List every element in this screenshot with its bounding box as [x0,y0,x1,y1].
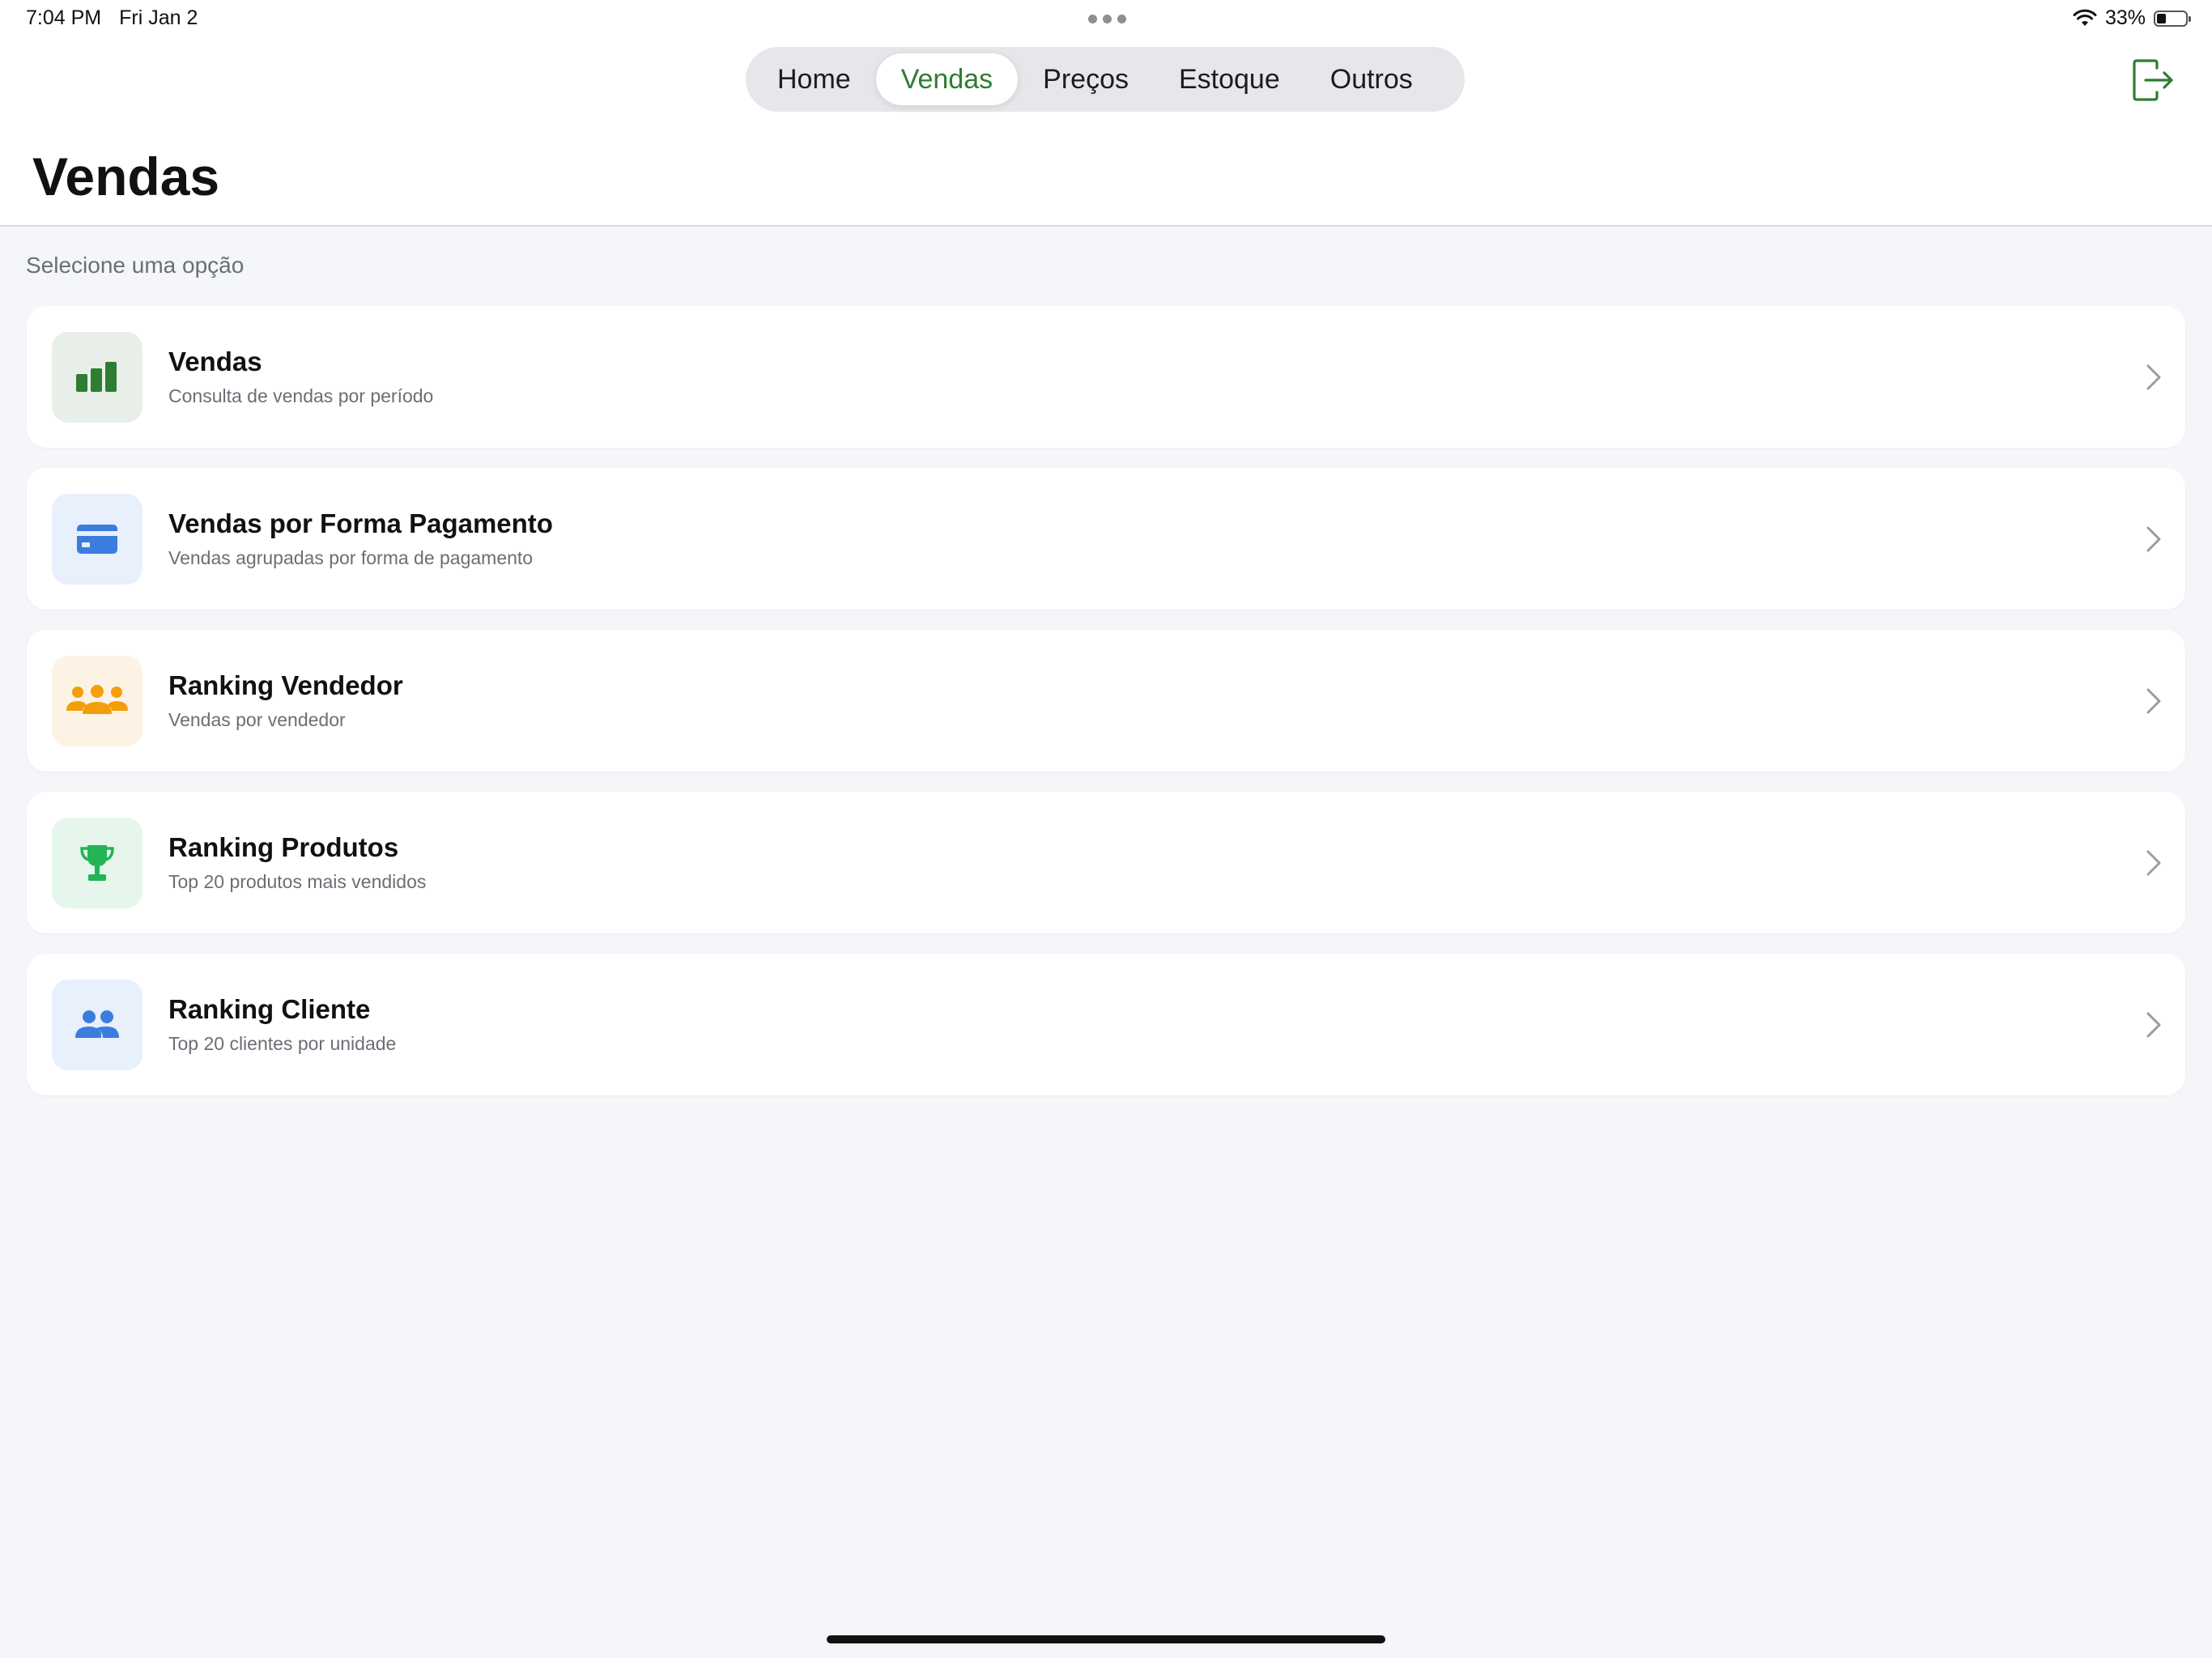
people-icon [52,980,143,1070]
option-subtitle: Top 20 produtos mais vendidos [168,871,427,892]
top-bar: 7:04 PM Fri Jan 2 33% Home Vendas Preços … [0,0,2212,227]
status-time: 7:04 PM Fri Jan 2 [26,6,215,30]
home-indicator [827,1635,1385,1643]
credit-card-icon [52,494,143,585]
option-subtitle: Top 20 clientes por unidade [168,1033,397,1054]
page-title: Vendas [32,147,220,206]
options-list: Vendas Consulta de vendas por período Ve… [27,306,2185,1116]
chevron-right-icon [2146,1012,2161,1038]
tab-bar: Home Vendas Preços Estoque Outros [746,47,1465,112]
option-ranking-vendedor[interactable]: Ranking Vendedor Vendas por vendedor [27,630,2185,772]
tab-precos[interactable]: Preços [1018,53,1154,105]
status-date-text: Fri Jan 2 [119,6,198,29]
chevron-right-icon [2146,364,2161,390]
option-title: Vendas [168,346,262,376]
option-ranking-produtos[interactable]: Ranking Produtos Top 20 produtos mais ve… [27,792,2185,933]
option-vendas-forma-pagamento[interactable]: Vendas por Forma Pagamento Vendas agrupa… [27,468,2185,610]
trophy-icon [52,818,143,908]
option-ranking-cliente[interactable]: Ranking Cliente Top 20 clientes por unid… [27,954,2185,1095]
option-title: Ranking Produtos [168,832,399,862]
chevron-right-icon [2146,688,2161,714]
option-subtitle: Consulta de vendas por período [168,385,434,406]
group-icon [52,656,143,746]
tab-outros[interactable]: Outros [1305,53,1438,105]
bar-chart-icon [52,332,143,423]
chevron-right-icon [2146,526,2161,552]
option-title: Ranking Vendedor [168,670,403,700]
option-title: Vendas por Forma Pagamento [168,508,553,538]
option-vendas[interactable]: Vendas Consulta de vendas por período [27,306,2185,448]
option-subtitle: Vendas agrupadas por forma de pagamento [168,547,534,568]
option-subtitle: Vendas por vendedor [168,709,346,730]
tab-vendas[interactable]: Vendas [875,53,1019,105]
multitask-dots-icon[interactable] [1088,15,1126,23]
logout-icon[interactable] [2131,58,2175,102]
tab-estoque[interactable]: Estoque [1154,53,1305,105]
chevron-right-icon [2146,850,2161,876]
tab-home[interactable]: Home [752,53,876,105]
status-right: 33% [2073,6,2191,30]
wifi-icon [2073,9,2097,26]
status-time-text: 7:04 PM [26,6,102,29]
option-title: Ranking Cliente [168,994,371,1024]
battery-percent: 33% [2104,6,2146,29]
section-caption: Selecione uma opção [26,253,245,278]
battery-icon [2154,10,2191,27]
